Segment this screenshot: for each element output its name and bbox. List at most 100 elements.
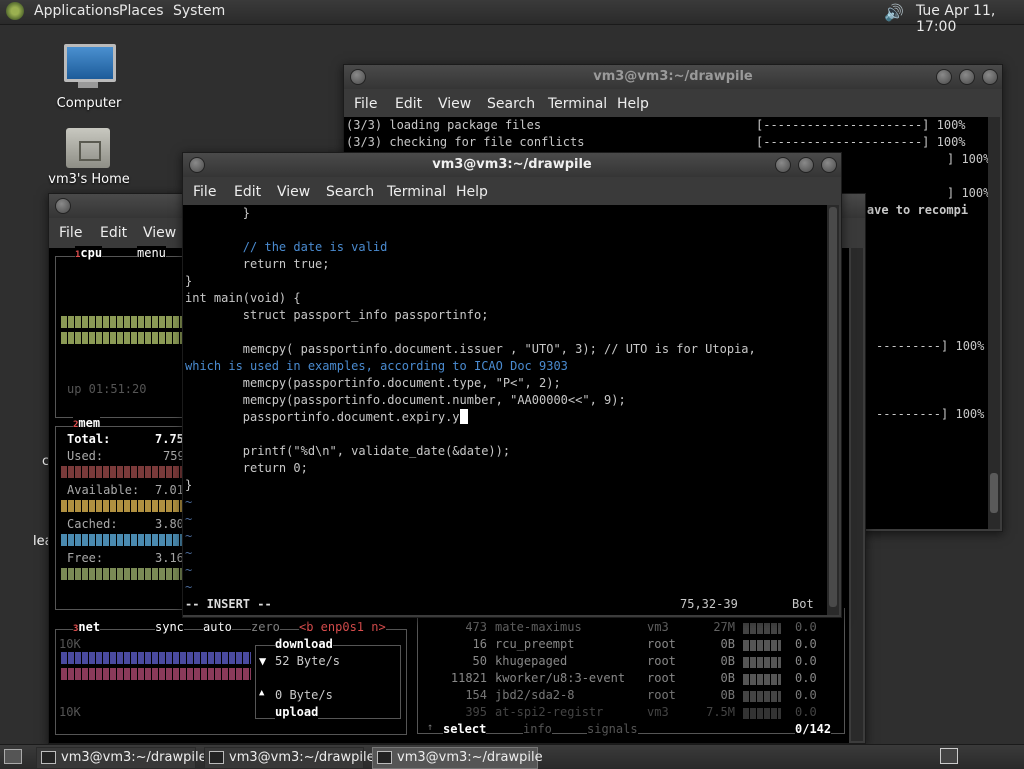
mem-available-value: 7.01	[155, 483, 184, 497]
proc-select[interactable]: select	[443, 722, 487, 736]
code-line: return 0;	[185, 461, 308, 475]
terminal-icon	[209, 751, 224, 764]
net-upload-graph	[61, 668, 251, 680]
proc-signals[interactable]: signals	[587, 722, 638, 736]
proc-name: mate-maximus	[495, 620, 582, 634]
taskbar-item[interactable]: vm3@vm3:~/drawpile	[36, 747, 207, 769]
net-iface[interactable]: <b enp0s1 n>	[299, 620, 386, 634]
maximize-button[interactable]	[959, 69, 975, 85]
proc-user: root	[647, 688, 676, 702]
scrollbar-thumb[interactable]	[990, 473, 998, 513]
menu-view[interactable]: View	[438, 96, 471, 112]
net-auto[interactable]: auto	[203, 620, 232, 634]
proc-mem: 7.5M	[706, 705, 735, 719]
mem-cached-bar	[61, 534, 183, 546]
terminal-line: [----------------------] 100%	[756, 118, 966, 132]
menu-file[interactable]: File	[59, 225, 82, 241]
taskbar-item-active[interactable]: vm3@vm3:~/drawpile	[372, 747, 543, 769]
net-sync[interactable]: sync	[155, 620, 184, 634]
minimize-button[interactable]	[936, 69, 952, 85]
menu-help[interactable]: Help	[456, 184, 488, 200]
mate-logo-icon[interactable]	[6, 2, 24, 20]
proc-mem-bar	[743, 657, 781, 668]
menu-edit[interactable]: Edit	[100, 225, 127, 241]
titlebar[interactable]: vm3@vm3:~/drawpile	[183, 153, 841, 177]
mem-cached-label: Cached:	[67, 517, 118, 531]
show-desktop-icon[interactable]	[4, 749, 22, 764]
net-download-graph	[61, 652, 251, 664]
menu-search[interactable]: Search	[487, 96, 535, 112]
mem-total-value: 7.75	[155, 432, 184, 446]
scrollbar[interactable]	[851, 248, 863, 741]
menu-applications[interactable]: Applications	[34, 3, 120, 19]
menu-places[interactable]: Places	[119, 3, 164, 19]
proc-mem: 0B	[720, 671, 735, 685]
table-row[interactable]: 50 khugepaged root 0B 0.0	[421, 654, 821, 671]
menu-file[interactable]: File	[354, 96, 377, 112]
uptime: up 01:51:20	[67, 382, 147, 396]
cpu-graph	[61, 316, 183, 328]
taskbar-item[interactable]: vm3@vm3:~/drawpile	[204, 747, 375, 769]
close-button[interactable]	[821, 157, 837, 173]
proc-pid: 50	[472, 654, 487, 668]
upload-arrow-icon: ▲	[259, 688, 265, 698]
menu-help[interactable]: Help	[617, 96, 649, 112]
window-menu-icon[interactable]	[55, 198, 71, 214]
proc-user: vm3	[647, 620, 669, 634]
scrollbar[interactable]	[988, 117, 1000, 529]
menu-file[interactable]: File	[193, 184, 216, 200]
tilde-line: ~	[185, 495, 193, 509]
front-terminal-window[interactable]: vm3@vm3:~/drawpile File Edit View Search…	[182, 152, 842, 618]
menu-edit[interactable]: Edit	[395, 96, 422, 112]
vim-editor[interactable]: } // the date is valid return true; } in…	[183, 205, 827, 615]
home-folder-icon	[66, 128, 110, 168]
volume-icon[interactable]: 🔊	[884, 3, 904, 22]
menu-terminal[interactable]: Terminal	[387, 184, 446, 200]
maximize-button[interactable]	[798, 157, 814, 173]
proc-user: root	[647, 671, 676, 685]
cpu-menu[interactable]: menu	[137, 246, 166, 260]
proc-mem: 0B	[720, 637, 735, 651]
proc-mem: 27M	[713, 620, 735, 634]
proc-mem: 0B	[720, 688, 735, 702]
menu-edit[interactable]: Edit	[234, 184, 261, 200]
table-row[interactable]: 154 jbd2/sda2-8 root 0B 0.0	[421, 688, 821, 705]
titlebar[interactable]: vm3@vm3:~/drawpile	[344, 65, 1002, 89]
table-row[interactable]: 395 at-spi2-registr vm3 7.5M 0.0	[421, 705, 821, 722]
top-panel: Applications Places System 🔊 Tue Apr 11,…	[0, 0, 1024, 35]
menu-search[interactable]: Search	[326, 184, 374, 200]
tilde-line: ~	[185, 563, 193, 577]
scrollbar-thumb[interactable]	[829, 207, 837, 607]
proc-name: khugepaged	[495, 654, 568, 668]
workspace-switcher-icon[interactable]	[940, 748, 958, 764]
scrollbar[interactable]	[827, 205, 839, 615]
menubar: File Edit View Search Terminal Help	[344, 89, 1002, 119]
minimize-button[interactable]	[775, 157, 791, 173]
net-zero[interactable]: zero	[251, 620, 280, 634]
desktop-icon-computer[interactable]: Computer	[34, 44, 144, 111]
menu-terminal[interactable]: Terminal	[548, 96, 607, 112]
close-button[interactable]	[982, 69, 998, 85]
proc-info[interactable]: info	[523, 722, 552, 736]
tilde-line: ~	[185, 546, 193, 560]
clock[interactable]: Tue Apr 11, 17:00	[916, 3, 1024, 35]
proc-pid: 395	[465, 705, 487, 719]
proc-mem-bar	[743, 623, 781, 634]
table-row[interactable]: 16 rcu_preempt root 0B 0.0	[421, 637, 821, 654]
computer-stand	[78, 82, 98, 88]
desktop-icon-home[interactable]: vm3's Home	[34, 128, 144, 187]
taskbar-item-label: vm3@vm3:~/drawpile	[397, 750, 543, 765]
download-arrow-icon: ▼	[259, 654, 267, 668]
table-row[interactable]: 11821 kworker/u8:3-event root 0B 0.0	[421, 671, 821, 688]
menu-system[interactable]: System	[173, 3, 225, 19]
terminal-icon	[41, 751, 56, 764]
terminal-icon	[377, 751, 392, 764]
code-line: }	[185, 478, 193, 492]
menu-view[interactable]: View	[143, 225, 176, 241]
vim-mode: -- INSERT --	[185, 597, 272, 611]
mem-free-bar	[61, 568, 183, 580]
menu-view[interactable]: View	[277, 184, 310, 200]
mem-available-label: Available:	[67, 483, 140, 497]
terminal-line: (3/3) checking for file conflicts	[346, 135, 585, 149]
table-row[interactable]: 473 mate-maximus vm3 27M 0.0	[421, 620, 821, 637]
